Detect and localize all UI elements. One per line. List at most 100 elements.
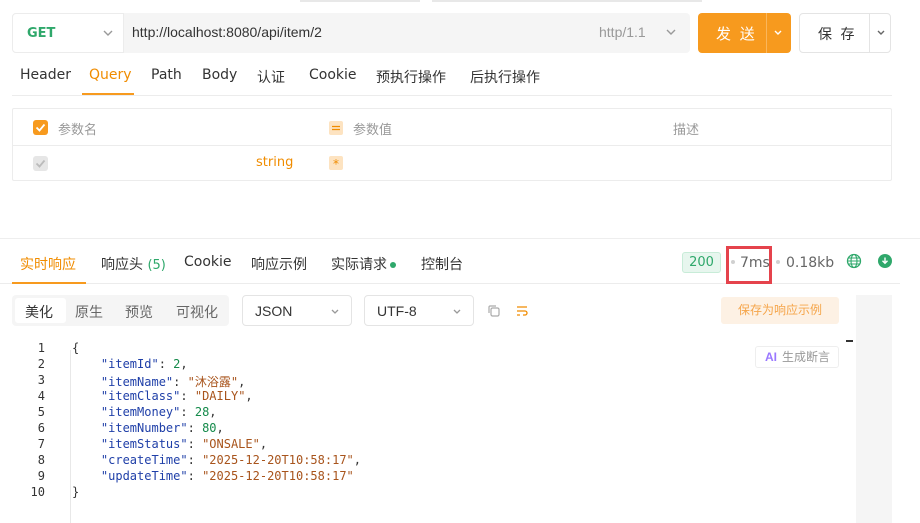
tab-realtime-response[interactable]: 实时响应 <box>20 254 76 274</box>
json-value: 28 <box>194 405 210 419</box>
json-key: "itemClass" <box>100 389 181 403</box>
format-value: JSON <box>255 303 293 319</box>
chevron-down-icon <box>331 309 339 314</box>
tab-body[interactable]: Body <box>202 67 237 83</box>
generate-assertion-button[interactable]: AI 生成断言 <box>755 346 839 368</box>
code-line: "itemNumber": 80, <box>100 421 224 435</box>
column-description: 描述 <box>673 123 700 138</box>
equals-icon <box>329 121 343 135</box>
view-mode-segment: 美化 原生 预览 可视化 <box>12 295 229 326</box>
json-key: "createTime" <box>100 453 188 467</box>
column-param-value: 参数值 <box>353 123 393 138</box>
line-number: 10 <box>30 485 45 499</box>
save-divider <box>869 14 870 52</box>
check-icon <box>35 159 46 168</box>
code-line: "createTime": "2025-12-20T10:58:17", <box>100 453 362 467</box>
tab-response-cookie[interactable]: Cookie <box>184 254 232 270</box>
code-line: "itemStatus": "ONSALE", <box>100 437 268 451</box>
status-badge: 200 <box>682 252 721 273</box>
request-tabs: Header Query Path Body 认证 Cookie 预执行操作 后… <box>12 60 892 96</box>
code-line: "itemName": "沐浴露", <box>100 375 246 389</box>
json-value: "沐浴露" <box>187 375 239 389</box>
tab-post-script[interactable]: 后执行操作 <box>470 67 540 87</box>
copy-icon[interactable] <box>487 304 501 318</box>
line-number: 6 <box>37 421 45 435</box>
protocol-select[interactable]: http/1.1 <box>599 24 646 40</box>
line-number: 2 <box>37 357 45 371</box>
chevron-down-icon <box>453 309 461 314</box>
tab-query[interactable]: Query <box>89 67 132 83</box>
save-as-example-button[interactable]: 保存为响应示例 <box>721 297 839 324</box>
tab-auth[interactable]: 认证 <box>257 67 285 87</box>
json-comma: , <box>209 405 217 419</box>
active-tab-underline <box>82 93 134 95</box>
tab-response-headers[interactable]: 响应头 (5) <box>101 254 166 274</box>
top-strip-segment <box>432 0 702 2</box>
json-comma: , <box>259 437 268 451</box>
json-key: "updateTime" <box>100 469 188 483</box>
indent-guide <box>70 350 71 523</box>
view-visualize[interactable]: 可视化 <box>176 302 218 322</box>
json-comma: , <box>180 357 188 371</box>
chevron-down-icon <box>666 29 676 35</box>
code-brace-close: } <box>72 485 80 499</box>
top-strip-segment <box>300 0 420 2</box>
select-all-checkbox[interactable] <box>33 120 48 135</box>
response-separator <box>0 238 920 239</box>
scroll-marker <box>846 340 853 342</box>
tab-actual-request[interactable]: 实际请求 <box>331 254 396 274</box>
encoding-select[interactable]: UTF-8 <box>364 295 474 326</box>
ai-badge: AI <box>765 350 777 364</box>
view-raw[interactable]: 原生 <box>75 302 103 322</box>
tab-response-example[interactable]: 响应示例 <box>251 254 307 274</box>
column-param-name: 参数名 <box>58 123 98 138</box>
json-comma: , <box>353 453 362 467</box>
chevron-down-icon[interactable] <box>772 27 784 39</box>
chevron-down-icon[interactable] <box>875 27 887 39</box>
row-checkbox[interactable] <box>33 156 48 171</box>
line-number: 7 <box>37 437 45 451</box>
line-number: 8 <box>37 453 45 467</box>
json-value: "2025-12-20T10:58:17" <box>202 453 354 467</box>
globe-icon[interactable] <box>846 253 862 269</box>
save-button[interactable]: 保 存 <box>799 13 891 53</box>
code-brace-open: { <box>72 341 80 355</box>
top-strip <box>0 0 920 8</box>
json-comma: , <box>238 375 246 389</box>
tab-response-headers-label: 响应头 <box>101 257 143 273</box>
method-value: GET <box>27 25 56 41</box>
tab-console[interactable]: 控制台 <box>421 254 463 274</box>
json-key: "itemName" <box>100 375 174 389</box>
json-value: "DAILY" <box>194 389 246 403</box>
send-divider <box>766 13 767 53</box>
tab-header[interactable]: Header <box>20 67 71 83</box>
check-icon <box>35 123 46 132</box>
encoding-value: UTF-8 <box>377 303 417 319</box>
active-tab-underline <box>12 282 86 284</box>
view-preview[interactable]: 预览 <box>125 302 153 322</box>
json-key: "itemId" <box>100 357 159 371</box>
method-select[interactable]: GET <box>12 13 124 53</box>
param-type[interactable]: string <box>256 155 293 170</box>
download-icon[interactable] <box>878 254 892 268</box>
tab-path[interactable]: Path <box>151 67 182 83</box>
json-value: "2025-12-20T10:58:17" <box>202 469 354 483</box>
json-key: "itemMoney" <box>100 405 181 419</box>
json-value: "ONSALE" <box>202 437 260 451</box>
send-label: 发 送 <box>716 25 757 43</box>
save-label: 保 存 <box>818 27 857 43</box>
line-number: 3 <box>37 373 45 387</box>
format-select[interactable]: JSON <box>242 295 352 326</box>
generate-assertion-label: 生成断言 <box>782 350 831 364</box>
send-button[interactable]: 发 送 <box>698 13 791 53</box>
code-line: "itemId": 2, <box>100 357 188 371</box>
view-beautify[interactable]: 美化 <box>25 302 53 322</box>
tab-pre-script[interactable]: 预执行操作 <box>376 67 446 87</box>
tab-cookie[interactable]: Cookie <box>309 67 357 83</box>
json-comma: , <box>216 421 224 435</box>
line-number: 5 <box>37 405 45 419</box>
wrap-lines-icon[interactable] <box>515 304 529 318</box>
line-number: 1 <box>37 341 45 355</box>
tab-actual-request-label: 实际请求 <box>331 257 387 273</box>
url-input[interactable]: http://localhost:8080/api/item/2 <box>132 24 322 40</box>
